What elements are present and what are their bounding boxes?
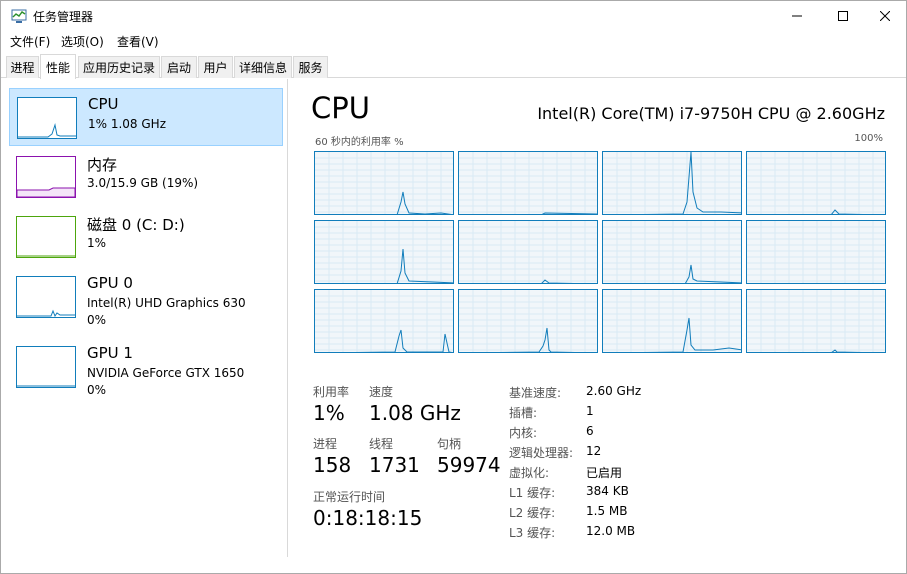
processes-value: 158 — [313, 453, 352, 477]
tab-performance[interactable]: 性能 — [40, 54, 76, 79]
minimize-icon — [792, 15, 802, 17]
spec-label: 插槽: — [509, 406, 538, 420]
task-manager-icon — [11, 9, 27, 23]
logical-processor-graph — [602, 220, 742, 284]
logical-processor-graph — [602, 151, 742, 215]
spec-value: 1 — [586, 404, 594, 418]
logical-processor-graph — [746, 289, 886, 353]
title-bar[interactable]: 任务管理器 — [1, 1, 906, 31]
maximize-icon — [838, 11, 848, 21]
spec-label: 内核: — [509, 426, 538, 440]
logical-processor-graph — [746, 151, 886, 215]
processes-label: 进程 — [313, 437, 338, 451]
sidebar-item-detail: 1% 1.08 GHz — [88, 117, 167, 131]
logical-processor-graph — [602, 289, 742, 353]
graph-max-label: 100% — [854, 133, 883, 144]
close-icon — [880, 11, 890, 21]
sidebar-item-detail: Intel(R) UHD Graphics 630 — [87, 296, 246, 310]
gpu1-thumbnail-graph — [16, 346, 76, 388]
threads-label: 线程 — [369, 437, 394, 451]
sidebar-item-disk[interactable]: 磁盘 0 (C: D:) 1% — [9, 208, 283, 266]
spec-value: 已启用 — [586, 466, 623, 480]
spec-label: L3 缓存: — [509, 526, 556, 540]
tab-bar: 进程 性能 应用历史记录 启动 用户 详细信息 服务 — [1, 54, 906, 79]
sidebar-item-label: 内存 — [87, 156, 118, 174]
memory-thumbnail-graph — [16, 156, 76, 198]
resource-sidebar: CPU 1% 1.08 GHz 内存 3.0/15.9 GB (19%) 磁盘 … — [1, 79, 288, 557]
handles-value: 59974 — [437, 453, 501, 477]
minimize-button[interactable] — [774, 1, 820, 31]
tab-startup[interactable]: 启动 — [161, 56, 197, 78]
window-title: 任务管理器 — [33, 10, 94, 24]
tab-app-history[interactable]: 应用历史记录 — [78, 56, 160, 78]
task-manager-window: 任务管理器 文件(F) 选项(O) 查看(V) 进程 性能 应用历史记录 启动 … — [0, 0, 907, 574]
spec-label: 基准速度: — [509, 386, 562, 400]
uptime-label: 正常运行时间 — [313, 490, 386, 504]
menu-bar: 文件(F) 选项(O) 查看(V) — [1, 31, 906, 51]
sidebar-item-memory[interactable]: 内存 3.0/15.9 GB (19%) — [9, 148, 283, 206]
close-button[interactable] — [862, 1, 907, 31]
spec-value: 6 — [586, 424, 594, 438]
spec-value: 2.60 GHz — [586, 384, 642, 398]
utilization-value: 1% — [313, 401, 345, 425]
sidebar-item-detail: 1% — [87, 236, 107, 250]
disk-thumbnail-graph — [16, 216, 76, 258]
sidebar-item-cpu[interactable]: CPU 1% 1.08 GHz — [9, 88, 283, 146]
spec-value: 1.5 MB — [586, 504, 628, 518]
tab-processes[interactable]: 进程 — [6, 56, 39, 78]
sidebar-item-label: GPU 0 — [87, 274, 133, 292]
sidebar-item-gpu0[interactable]: GPU 0 Intel(R) UHD Graphics 630 0% — [9, 268, 283, 327]
sidebar-item-detail: NVIDIA GeForce GTX 1650 — [87, 366, 245, 380]
menu-file[interactable]: 文件(F) — [10, 33, 50, 50]
spec-value: 12 — [586, 444, 602, 458]
spec-label: L1 缓存: — [509, 486, 556, 500]
logical-processor-graph — [314, 289, 454, 353]
logical-processor-graph — [458, 151, 598, 215]
sidebar-item-detail: 3.0/15.9 GB (19%) — [87, 176, 199, 190]
logical-processor-graph — [458, 220, 598, 284]
sidebar-item-usage: 0% — [87, 313, 107, 327]
sidebar-item-label: 磁盘 0 (C: D:) — [87, 216, 185, 234]
cpu-model-name: Intel(R) Core(TM) i7-9750H CPU @ 2.60GHz — [537, 104, 885, 123]
menu-view[interactable]: 查看(V) — [117, 33, 159, 50]
tab-services[interactable]: 服务 — [293, 56, 328, 78]
tab-users[interactable]: 用户 — [198, 56, 233, 78]
logical-processor-graph — [314, 220, 454, 284]
cpu-thumbnail-graph — [17, 97, 77, 139]
sidebar-item-label: GPU 1 — [87, 344, 133, 362]
page-title: CPU — [311, 91, 370, 125]
maximize-button[interactable] — [820, 1, 866, 31]
spec-label: 虚拟化: — [509, 466, 550, 480]
speed-value: 1.08 GHz — [369, 401, 461, 425]
sidebar-item-usage: 0% — [87, 383, 107, 397]
tab-details[interactable]: 详细信息 — [234, 56, 292, 78]
logical-processor-graph — [746, 220, 886, 284]
threads-value: 1731 — [369, 453, 420, 477]
menu-options[interactable]: 选项(O) — [61, 33, 104, 50]
logical-processor-graph — [314, 151, 454, 215]
spec-value: 12.0 MB — [586, 524, 636, 538]
sidebar-item-label: CPU — [88, 95, 119, 113]
handles-label: 句柄 — [437, 437, 462, 451]
logical-processor-graph — [458, 289, 598, 353]
speed-label: 速度 — [369, 385, 394, 399]
uptime-value: 0:18:18:15 — [313, 506, 423, 530]
spec-label: L2 缓存: — [509, 506, 556, 520]
utilization-label: 利用率 — [313, 385, 350, 399]
spec-label: 逻辑处理器: — [509, 446, 574, 460]
spec-value: 384 KB — [586, 484, 629, 498]
gpu0-thumbnail-graph — [16, 276, 76, 318]
sidebar-item-gpu1[interactable]: GPU 1 NVIDIA GeForce GTX 1650 0% — [9, 338, 283, 397]
graph-caption: 60 秒内的利用率 % — [315, 137, 404, 148]
